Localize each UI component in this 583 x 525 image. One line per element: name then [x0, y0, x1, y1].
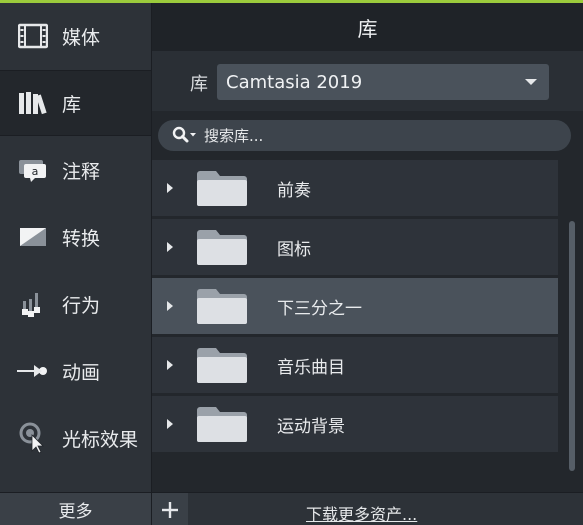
panel-title: 库	[152, 3, 583, 51]
folder-row[interactable]: 音乐曲目	[152, 337, 558, 393]
sidebar-item-label: 注释	[62, 160, 101, 183]
add-button[interactable]	[152, 493, 188, 525]
expand-arrow-icon[interactable]	[167, 242, 173, 252]
library-panel: 库 库 Camtasia 2019 前奏	[152, 3, 583, 525]
expand-arrow-icon[interactable]	[167, 419, 173, 429]
more-button[interactable]: 更多	[0, 492, 151, 525]
behavior-icon	[16, 287, 50, 321]
film-icon	[16, 19, 50, 53]
expand-arrow-icon[interactable]	[167, 360, 173, 370]
library-dropdown[interactable]: Camtasia 2019	[217, 64, 549, 100]
svg-text:a: a	[32, 165, 39, 178]
folder-row[interactable]: 运动背景	[152, 396, 558, 452]
sidebar-item-behaviors[interactable]: 行为	[0, 271, 151, 337]
folder-name: 前奏	[277, 180, 311, 201]
plus-icon	[162, 501, 178, 518]
sidebar-item-media[interactable]: 媒体	[0, 3, 151, 69]
sidebar-item-label: 媒体	[62, 26, 101, 49]
folder-row-selected[interactable]: 下三分之一	[152, 278, 558, 334]
sidebar-item-transitions[interactable]: 转换	[0, 204, 151, 270]
sidebar: 媒体 库 a 注释 转换 行为 动画 光标效果 更多	[0, 3, 152, 525]
animation-arrow-icon	[16, 354, 50, 388]
sidebar-item-label: 行为	[62, 294, 101, 317]
sidebar-item-label: 转换	[62, 227, 101, 250]
folder-row[interactable]: 前奏	[152, 160, 558, 216]
folder-row[interactable]: 图标	[152, 219, 558, 275]
sidebar-item-label: 光标效果	[62, 428, 139, 451]
sidebar-item-animations[interactable]: 动画	[0, 338, 151, 404]
sidebar-item-library[interactable]: 库	[0, 70, 151, 136]
library-books-icon	[16, 86, 50, 120]
folder-name: 运动背景	[277, 416, 345, 437]
sidebar-item-cursor-effects[interactable]: 光标效果	[0, 405, 151, 471]
library-dropdown-value: Camtasia 2019	[226, 71, 363, 93]
sidebar-item-label: 库	[62, 93, 82, 116]
folder-icon	[196, 346, 248, 384]
vertical-scrollbar[interactable]	[569, 221, 575, 471]
folder-name: 音乐曲目	[277, 357, 345, 378]
folder-icon	[196, 169, 248, 207]
folder-name: 图标	[277, 239, 311, 260]
download-more-assets-link[interactable]: 下载更多资产...	[306, 501, 417, 525]
folder-icon	[196, 228, 248, 266]
expand-arrow-icon[interactable]	[167, 301, 173, 311]
panel-footer: 下载更多资产...	[152, 492, 583, 525]
search-icon[interactable]	[172, 126, 198, 146]
folder-name: 下三分之一	[277, 298, 362, 319]
transition-icon	[16, 220, 50, 254]
cursor-effect-icon	[16, 421, 50, 455]
search-bar	[158, 120, 571, 151]
library-label: 库	[190, 74, 208, 95]
search-input[interactable]	[204, 126, 544, 145]
chevron-down-icon	[525, 79, 537, 85]
folder-list: 前奏 图标 下三分之一 音乐曲目 运动背景	[152, 160, 558, 452]
folder-icon	[196, 287, 248, 325]
library-selector-row: 库 Camtasia 2019	[152, 51, 583, 111]
folder-icon	[196, 405, 248, 443]
sidebar-item-label: 动画	[62, 361, 101, 384]
callout-icon: a	[16, 153, 50, 187]
expand-arrow-icon[interactable]	[167, 183, 173, 193]
sidebar-item-annotations[interactable]: a 注释	[0, 137, 151, 203]
